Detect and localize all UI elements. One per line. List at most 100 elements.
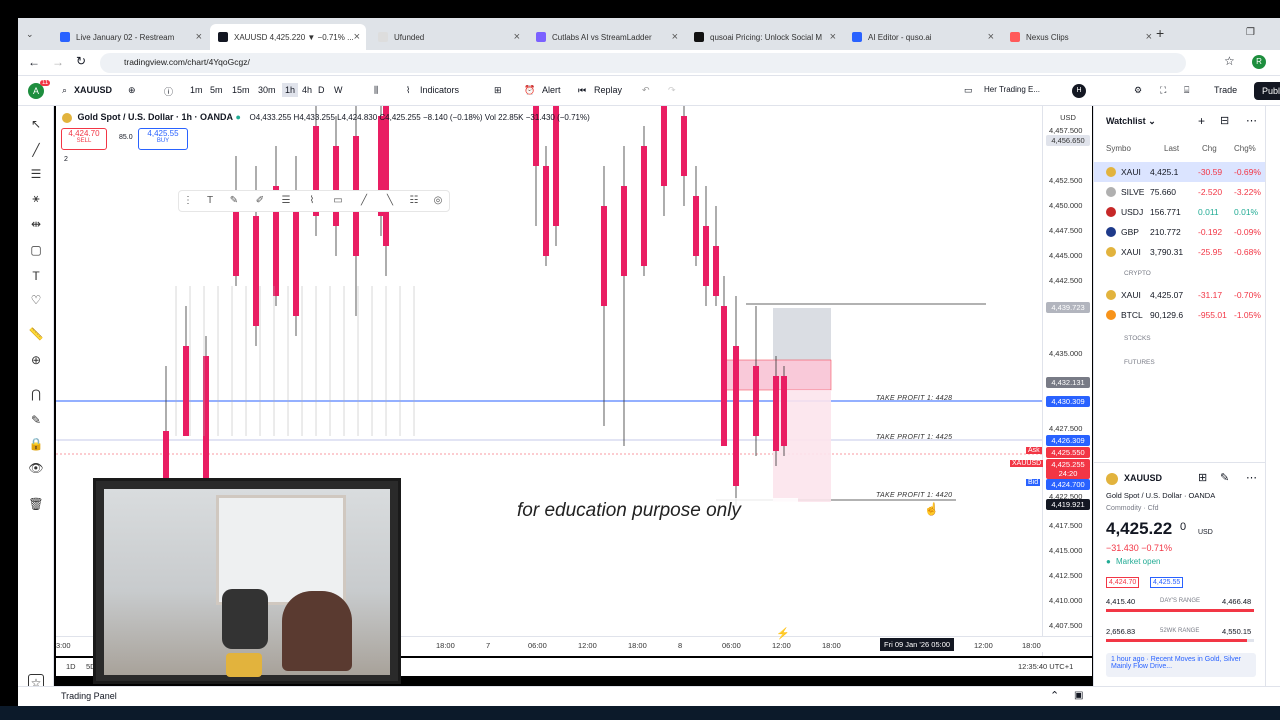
redo-icon[interactable]: ↷ [668, 85, 676, 96]
url-input[interactable]: tradingview.com/chart/4YqoGcgz/ [100, 53, 1186, 73]
lightning-icon[interactable]: ⚡ [776, 627, 790, 640]
price-scale[interactable]: 4,457.500 4,452.500 4,450.000 4,447.500 4,44… [1042, 106, 1092, 656]
interval-30m[interactable]: 30m [258, 85, 276, 95]
browser-tab[interactable]: qusoai Pricing: Unlock Social M × [686, 24, 842, 50]
forward-icon[interactable]: → [52, 55, 64, 69]
pen-icon[interactable]: ✎ [227, 195, 241, 209]
fib-retrace-icon[interactable]: ☰ [279, 195, 293, 209]
zigzag-icon[interactable]: ⌇ [305, 195, 319, 209]
watchlist-column-header[interactable]: Symbo [1106, 144, 1131, 153]
interval-5m[interactable]: 5m [210, 85, 223, 95]
legend-collapse-count[interactable]: 2 [64, 156, 68, 163]
symbol-search[interactable]: XAUUSD [74, 85, 112, 95]
section-futures[interactable]: FUTURES [1124, 359, 1155, 366]
maximize-panel-icon[interactable]: ⌃ [1050, 689, 1059, 702]
zoom-in-icon[interactable]: ⊕ [28, 352, 44, 368]
range-1D[interactable]: 1D [66, 662, 76, 671]
bookmark-star-icon[interactable]: ☆ [1224, 54, 1235, 68]
watchlist-more-icon[interactable]: ⋯ [1246, 114, 1257, 127]
tab-menu-chevron-icon[interactable]: ⌄ [26, 29, 34, 40]
tab-close-icon[interactable]: × [514, 31, 520, 43]
text-tool-icon[interactable]: T [28, 268, 44, 284]
position-icon[interactable]: ☷ [407, 195, 421, 209]
info-icon[interactable]: ⓘ [164, 85, 173, 98]
publish-button[interactable]: Publi [1254, 82, 1280, 100]
magnet-icon[interactable]: ⋂ [28, 386, 44, 402]
take-profit-label[interactable]: TAKE PROFIT 1: 4425 [876, 434, 952, 441]
sell-button[interactable]: 4,424.70 SELL [61, 128, 107, 150]
tab-close-icon[interactable]: × [830, 31, 836, 43]
indicators-button[interactable]: Indicators [420, 85, 459, 95]
tab-close-icon[interactable]: × [672, 31, 678, 43]
watchlist-row[interactable]: XAUI 4,425.1 -30.59 -0.69% [1094, 162, 1266, 182]
trend-line-icon[interactable]: ╱ [28, 142, 44, 158]
line-icon[interactable]: ╱ [357, 195, 371, 209]
section-crypto[interactable]: CRYPTO [1124, 270, 1151, 277]
undo-icon[interactable]: ↶ [642, 85, 650, 96]
templates-icon[interactable]: ⊞ [494, 85, 502, 96]
watchlist-row[interactable]: XAUI 4,425.07 -31.17 -0.70% [1094, 285, 1266, 305]
alert-button[interactable]: Alert [542, 85, 561, 95]
camera-icon[interactable]: ⌸ [1184, 85, 1189, 96]
watchlist-title[interactable]: Watchlist [1106, 116, 1146, 126]
replay-icon[interactable]: ⏮ [578, 85, 586, 96]
text-icon[interactable]: T [203, 195, 217, 209]
heart-icon[interactable]: ♡ [28, 292, 44, 308]
tab-close-icon[interactable]: × [354, 31, 360, 43]
browser-tab[interactable]: Cutlabs AI vs StreamLadder × [528, 24, 684, 50]
section-stocks[interactable]: STOCKS [1124, 335, 1151, 342]
details-more-icon[interactable]: ⋯ [1246, 471, 1257, 484]
alert-icon[interactable]: ⏰ [524, 85, 535, 96]
interval-1m[interactable]: 1m [190, 85, 203, 95]
watchlist-row[interactable]: BTCL 90,129.6 -955.01 -1.05% [1094, 305, 1266, 325]
profile-avatar[interactable]: R [1252, 55, 1266, 69]
interval-D[interactable]: D [318, 85, 325, 95]
compare-icon[interactable]: ⊕ [128, 85, 136, 96]
watchlist-row[interactable]: XAUI 3,790.31 -25.95 -0.68% [1094, 242, 1266, 262]
tab-close-icon[interactable]: × [988, 31, 994, 43]
advanced-view-icon[interactable]: ⊟ [1220, 114, 1229, 127]
chart-type-icon[interactable]: ⫼ [374, 85, 378, 96]
geometric-shapes-icon[interactable]: ▢ [28, 242, 44, 258]
take-profit-label[interactable]: TAKE PROFIT 1: 4428 [876, 395, 952, 402]
watchlist-row[interactable]: SILVE 75.660 -2.520 -3.22% [1094, 182, 1266, 202]
interval-4h[interactable]: 4h [302, 85, 312, 95]
watchlist-row[interactable]: GBP 210.772 -0.192 -0.09% [1094, 222, 1266, 242]
watchlist-column-header[interactable]: Chg% [1234, 144, 1256, 153]
drag-handle-icon[interactable]: ⋮ [181, 195, 195, 209]
news-item[interactable]: 1 hour ago · Recent Moves in Gold, Silve… [1106, 653, 1256, 677]
interval-15m[interactable]: 15m [232, 85, 250, 95]
browser-tab[interactable]: Live January 02 - Restream × [52, 24, 208, 50]
popout-icon[interactable]: ▣ [1074, 690, 1083, 701]
ray-icon[interactable]: ╲ [383, 195, 397, 209]
watchlist-column-header[interactable]: Last [1164, 144, 1179, 153]
add-symbol-icon[interactable]: + [1198, 114, 1205, 128]
new-tab-button[interactable]: + [1156, 25, 1164, 41]
interval-1h[interactable]: 1h [282, 83, 299, 97]
settings-gear-icon[interactable]: ⚙ [1134, 85, 1142, 96]
rect-icon[interactable]: ▭ [331, 195, 345, 209]
trade-button[interactable]: Trade [1214, 85, 1237, 95]
layout-icon[interactable]: ▭ [964, 85, 973, 96]
chevron-down-icon[interactable]: ⌄ [1148, 116, 1156, 126]
browser-tab[interactable]: Ufunded × [370, 24, 526, 50]
browser-tab[interactable]: XAUUSD 4,425.220 ▼ −0.71% ... × [210, 24, 366, 50]
target-icon[interactable]: ◎ [431, 195, 445, 209]
indicators-icon[interactable]: ⌇ [406, 85, 410, 96]
prediction-icon[interactable]: ⇹ [28, 216, 44, 232]
trading-panel-label[interactable]: Trading Panel [61, 691, 117, 701]
details-edit-icon[interactable]: ✎ [1220, 471, 1229, 484]
details-name[interactable]: Gold Spot / U.S. Dollar · OANDA [1106, 491, 1215, 500]
watchlist-row[interactable]: USDJ 156.771 0.011 0.01% [1094, 202, 1266, 222]
trading-panel-bar[interactable]: Trading Panel ⌃ ▣ [18, 686, 1280, 706]
tab-close-icon[interactable]: × [196, 31, 202, 43]
back-icon[interactable]: ← [28, 55, 40, 69]
watchlist-column-header[interactable]: Chg [1202, 144, 1217, 153]
fib-icon[interactable]: ☰ [28, 166, 44, 182]
brush-icon[interactable]: ✐ [253, 195, 267, 209]
take-profit-label[interactable]: TAKE PROFIT 1: 4420 [876, 492, 952, 499]
cursor-icon[interactable]: ↖ [28, 116, 44, 132]
search-icon[interactable]: ⌕ [62, 85, 67, 96]
details-grid-icon[interactable]: ⊞ [1198, 471, 1207, 484]
browser-tab[interactable]: Nexus Clips × [1002, 24, 1158, 50]
